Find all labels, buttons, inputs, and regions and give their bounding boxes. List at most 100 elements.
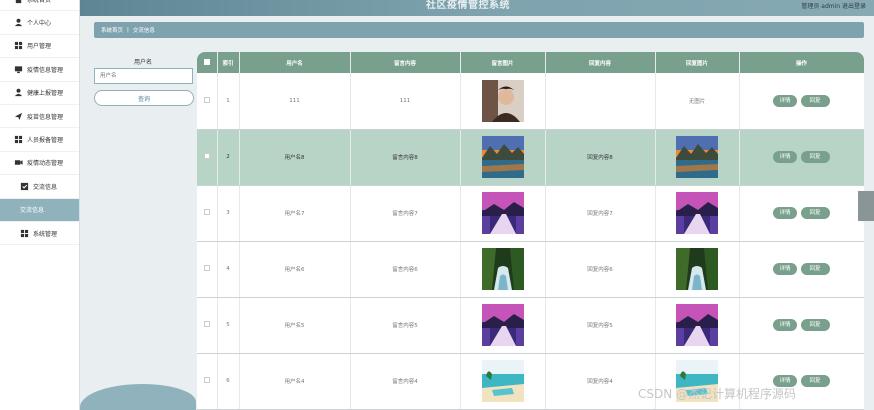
table-row[interactable]: 2 用户名8 留言内容8 回复内容8 详情 回复 xyxy=(197,129,864,186)
message-image[interactable] xyxy=(481,248,524,290)
sidebar-item[interactable]: 系统管理 xyxy=(0,222,79,246)
table-row[interactable]: 3 用户名7 留言内容7 回复内容7 详情 回复 xyxy=(197,185,864,242)
sidebar-item-label: 用户管理 xyxy=(27,43,52,51)
decorative-wave xyxy=(80,384,196,410)
sidebar-item[interactable]: 疫情动态管理 xyxy=(0,152,79,176)
row-checkbox[interactable] xyxy=(203,377,210,383)
reply-cell: 回复内容7 xyxy=(545,185,656,242)
breadcrumb-current: 交流信息 xyxy=(132,28,155,34)
column-header: 留言图片 xyxy=(460,52,546,73)
reply-cell xyxy=(545,73,656,130)
column-header: 操作 xyxy=(739,52,864,73)
reply-button[interactable]: 回复 xyxy=(800,375,830,387)
row-checkbox-cell xyxy=(197,353,218,410)
detail-button[interactable]: 详情 xyxy=(773,263,797,275)
reply-button[interactable]: 回复 xyxy=(800,263,830,275)
index-cell: 2 xyxy=(217,129,240,186)
breadcrumb-home[interactable]: 系统首页 xyxy=(101,26,123,34)
watermark: CSDN @杰记计算机程序源码 xyxy=(638,387,797,401)
reply-image[interactable] xyxy=(676,304,718,346)
message-image-cell xyxy=(460,353,546,410)
scrollbar-handle[interactable] xyxy=(858,191,874,221)
reply-button[interactable]: 回复 xyxy=(800,151,830,163)
table-row[interactable]: 5 用户名5 留言内容5 回复内容5 详情 回复 xyxy=(197,297,864,354)
sidebar-item-label: 疫苗信息管理 xyxy=(27,113,64,121)
message-image[interactable] xyxy=(481,136,524,178)
row-checkbox-cell xyxy=(197,185,218,242)
detail-button[interactable]: 详情 xyxy=(773,319,797,331)
username-cell: 用户名8 xyxy=(239,129,351,186)
sidebar-item[interactable]: 用户管理 xyxy=(0,35,79,59)
message-cell: 留言内容5 xyxy=(350,297,461,354)
reply-image[interactable] xyxy=(676,248,718,290)
sidebar-item-label: 系统首页 xyxy=(27,0,52,4)
search-button[interactable]: 查询 xyxy=(94,90,194,106)
detail-button[interactable]: 详情 xyxy=(773,94,797,107)
reply-image[interactable] xyxy=(676,192,718,234)
sidebar-item-label: 系统管理 xyxy=(33,230,58,238)
column-header: 留言内容 xyxy=(350,52,461,73)
row-checkbox-cell xyxy=(197,129,218,186)
sidebar-item-label: 交流信息 xyxy=(20,207,45,215)
message-image-cell xyxy=(460,129,546,186)
username-cell: 用户名4 xyxy=(239,353,351,410)
user-icon xyxy=(14,18,23,27)
sidebar-item[interactable]: 交流信息 xyxy=(0,198,79,222)
app-title: 社区疫情管控系统 xyxy=(426,0,510,11)
username-cell: 用户名5 xyxy=(239,297,351,354)
message-cell: 留言内容7 xyxy=(350,185,461,242)
table-row[interactable]: 1 111 111 无图片 详情 回复 xyxy=(197,73,864,130)
check-icon xyxy=(20,182,29,190)
reply-button[interactable]: 回复 xyxy=(800,207,830,219)
row-checkbox[interactable] xyxy=(203,96,210,103)
message-cell: 留言内容6 xyxy=(350,241,461,298)
message-table: 索引 用户名 留言内容 留言图片 回复内容 回复图片 操作 1 111 111 无图片 详情 回复 2 用… xyxy=(197,52,864,410)
grid-icon xyxy=(14,42,23,50)
row-checkbox[interactable] xyxy=(203,209,210,215)
reply-image[interactable] xyxy=(676,136,718,178)
message-image-cell xyxy=(460,241,546,298)
column-header xyxy=(197,52,218,73)
select-all-checkbox[interactable] xyxy=(203,58,210,65)
username-cell: 用户名6 xyxy=(239,241,351,298)
sidebar-item[interactable]: 系统首页 xyxy=(0,0,79,12)
sidebar-item-label: 人员报备管理 xyxy=(27,137,64,145)
reply-image-cell: 无图片 xyxy=(655,73,740,130)
grid-icon xyxy=(14,135,23,144)
row-checkbox[interactable] xyxy=(203,153,210,159)
sidebar-item[interactable]: 个人中心 xyxy=(0,11,79,35)
message-image[interactable] xyxy=(481,360,524,402)
monitor-icon xyxy=(14,66,23,73)
column-header: 用户名 xyxy=(239,52,351,73)
message-image[interactable] xyxy=(481,304,524,346)
message-cell: 留言内容4 xyxy=(350,353,461,410)
sidebar-item[interactable]: 健康上报管理 xyxy=(0,82,79,105)
sidebar-item[interactable]: 疫苗信息管理 xyxy=(0,105,79,129)
message-image-cell xyxy=(460,297,546,354)
message-image[interactable] xyxy=(481,79,524,122)
reply-button[interactable]: 回复 xyxy=(800,94,830,107)
detail-button[interactable]: 详情 xyxy=(773,151,797,163)
table-row[interactable]: 4 用户名6 留言内容6 回复内容6 详情 回复 xyxy=(197,241,864,298)
sidebar-item-label: 疫情信息管理 xyxy=(27,66,64,74)
sidebar-item[interactable]: 疫情信息管理 xyxy=(0,58,79,82)
breadcrumb: 系统首页 | 交流信息 xyxy=(94,22,864,38)
message-image-cell xyxy=(460,73,546,130)
detail-button[interactable]: 详情 xyxy=(773,207,797,219)
message-image[interactable] xyxy=(481,192,524,234)
breadcrumb-separator: | xyxy=(127,27,129,33)
row-checkbox[interactable] xyxy=(203,265,210,271)
index-cell: 5 xyxy=(217,297,240,354)
user-menu[interactable]: 管理员 admin 退出登录 xyxy=(801,1,866,10)
index-cell: 1 xyxy=(217,73,240,130)
sidebar-item[interactable]: 交流信息 xyxy=(0,175,79,199)
search-label: 用户名 xyxy=(134,59,153,66)
row-checkbox-cell xyxy=(197,73,218,130)
actions-cell: 详情 回复 xyxy=(739,241,864,298)
reply-button[interactable]: 回复 xyxy=(800,319,830,331)
reply-image-cell xyxy=(655,129,740,186)
column-header: 索引 xyxy=(217,52,240,73)
row-checkbox[interactable] xyxy=(203,321,210,327)
sidebar-item[interactable]: 人员报备管理 xyxy=(0,128,79,152)
username-search-input[interactable] xyxy=(94,68,193,84)
